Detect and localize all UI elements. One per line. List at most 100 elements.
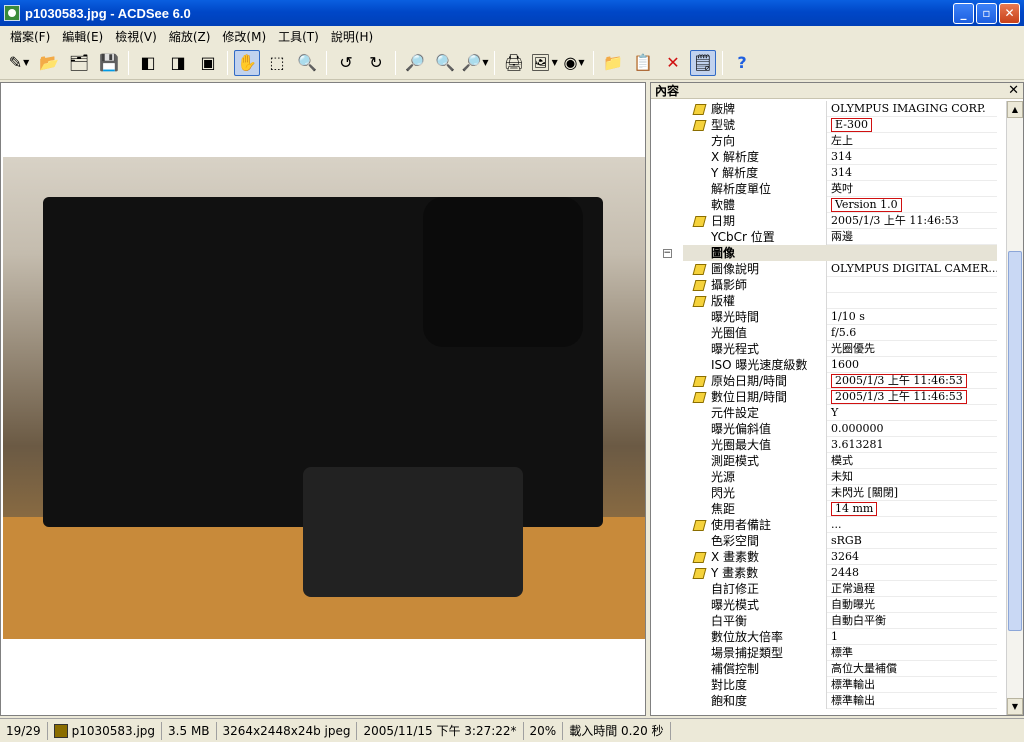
rotate-left-icon[interactable]: ↺ xyxy=(333,50,359,76)
restore-button[interactable]: ▫ xyxy=(976,2,997,24)
property-value[interactable]: Version 1.0 xyxy=(827,197,997,213)
help-icon[interactable]: ? xyxy=(729,50,755,76)
property-value[interactable]: 英吋 xyxy=(827,181,997,197)
property-value[interactable]: 未閃光 [關閉] xyxy=(827,485,997,501)
menu-edit[interactable]: 編輯(E) xyxy=(56,28,109,45)
collapse-toggle-icon[interactable]: − xyxy=(662,248,672,258)
property-value[interactable]: 1/10 s xyxy=(827,309,997,325)
property-value[interactable]: OLYMPUS DIGITAL CAMER... xyxy=(827,261,997,277)
property-value[interactable]: 自動白平衡 xyxy=(827,613,997,629)
property-row[interactable]: 數位日期/時間 2005/1/3 上午 11:46:53 xyxy=(651,389,997,405)
property-row[interactable]: 型號 E-300 xyxy=(651,117,997,133)
property-row[interactable]: 曝光偏斜值 0.000000 xyxy=(651,421,997,437)
rotate-right-icon[interactable]: ↻ xyxy=(363,50,389,76)
menu-modify[interactable]: 修改(M) xyxy=(216,28,272,45)
property-row[interactable]: 光圈值 f/5.6 xyxy=(651,325,997,341)
property-row[interactable]: 光源 未知 xyxy=(651,469,997,485)
property-value[interactable]: 0.000000 xyxy=(827,421,997,437)
property-value[interactable]: sRGB xyxy=(827,533,997,549)
properties-grid[interactable]: 廠牌 OLYMPUS IMAGING CORP. 型號 E-300 方向 左上 X 解析度 3… xyxy=(651,101,997,717)
save-icon[interactable]: 💾 xyxy=(96,50,122,76)
property-row[interactable]: 自訂修正 正常過程 xyxy=(651,581,997,597)
delete-icon[interactable]: ✕ xyxy=(660,50,686,76)
property-row[interactable]: 閃光 未閃光 [關閉] xyxy=(651,485,997,501)
hand-icon[interactable]: ✋ xyxy=(234,49,260,76)
property-value[interactable]: OLYMPUS IMAGING CORP. xyxy=(827,101,997,117)
property-value[interactable] xyxy=(827,277,997,293)
zoom-in-icon[interactable]: 🔍 xyxy=(432,50,458,76)
move-to-icon[interactable]: 📋 xyxy=(630,50,656,76)
property-value[interactable]: 14 mm xyxy=(827,501,997,517)
copy-to-icon[interactable]: 📁 xyxy=(600,50,626,76)
property-value[interactable]: E-300 xyxy=(827,117,997,133)
property-row[interactable]: 曝光模式 自動曝光 xyxy=(651,597,997,613)
property-group[interactable]: − 圖像 xyxy=(651,245,997,261)
zoom-out-icon[interactable]: 🔎 xyxy=(402,50,428,76)
scroll-up-arrow[interactable]: ▲ xyxy=(1007,101,1023,118)
title-bar[interactable]: p1030583.jpg - ACDSee 6.0 _ ▫ ✕ xyxy=(0,0,1024,26)
property-row[interactable]: 飽和度 標準輸出 xyxy=(651,693,997,709)
property-value[interactable]: 自動曝光 xyxy=(827,597,997,613)
image-viewer[interactable] xyxy=(0,82,646,716)
property-value[interactable]: ... xyxy=(827,517,997,533)
property-value[interactable]: 模式 xyxy=(827,453,997,469)
property-value[interactable]: 314 xyxy=(827,149,997,165)
browse-icon[interactable]: 🗂 xyxy=(66,50,92,76)
property-row[interactable]: 數位放大倍率 1 xyxy=(651,629,997,645)
property-row[interactable]: Y 畫素數 2448 xyxy=(651,565,997,581)
property-row[interactable]: 原始日期/時間 2005/1/3 上午 11:46:53 xyxy=(651,373,997,389)
property-row[interactable]: X 解析度 314 xyxy=(651,149,997,165)
property-row[interactable]: 元件設定 Y xyxy=(651,405,997,421)
property-row[interactable]: 焦距 14 mm xyxy=(651,501,997,517)
property-row[interactable]: 對比度 標準輸出 xyxy=(651,677,997,693)
menu-zoom[interactable]: 縮放(Z) xyxy=(163,28,217,45)
zoom-icon[interactable]: 🔎 ▼ xyxy=(461,50,488,76)
property-row[interactable]: 圖像說明 OLYMPUS DIGITAL CAMER... xyxy=(651,261,997,277)
open-folder-icon[interactable]: 📂 xyxy=(36,50,62,76)
property-row[interactable]: 方向 左上 xyxy=(651,133,997,149)
property-value[interactable]: 標準輸出 xyxy=(827,677,997,693)
property-row[interactable]: 場景捕捉類型 標準 xyxy=(651,645,997,661)
close-button[interactable]: ✕ xyxy=(999,2,1020,24)
property-value[interactable]: 1600 xyxy=(827,357,997,373)
property-value[interactable]: 正常過程 xyxy=(827,581,997,597)
property-row[interactable]: 日期 2005/1/3 上午 11:46:53 xyxy=(651,213,997,229)
scroll-thumb[interactable] xyxy=(1008,251,1022,631)
properties-scrollbar[interactable]: ▲ ▼ xyxy=(1006,101,1023,715)
property-value[interactable]: 標準 xyxy=(827,645,997,661)
property-row[interactable]: Y 解析度 314 xyxy=(651,165,997,181)
property-row[interactable]: 測距模式 模式 xyxy=(651,453,997,469)
property-value[interactable]: 左上 xyxy=(827,133,997,149)
acdsee-app-icon[interactable] xyxy=(4,5,20,21)
property-value[interactable]: 3.613281 xyxy=(827,437,997,453)
menu-file[interactable]: 檔案(F) xyxy=(4,28,56,45)
property-value[interactable]: 3264 xyxy=(827,549,997,565)
property-value[interactable]: 1 xyxy=(827,629,997,645)
property-row[interactable]: 廠牌 OLYMPUS IMAGING CORP. xyxy=(651,101,997,117)
menu-view[interactable]: 檢視(V) xyxy=(109,28,163,45)
property-value[interactable]: 2448 xyxy=(827,565,997,581)
property-row[interactable]: 光圈最大值 3.613281 xyxy=(651,437,997,453)
property-row[interactable]: 解析度單位 英吋 xyxy=(651,181,997,197)
property-row[interactable]: 攝影師 xyxy=(651,277,997,293)
scroll-down-arrow[interactable]: ▼ xyxy=(1007,698,1023,715)
property-value[interactable]: Y xyxy=(827,405,997,421)
properties-close-icon[interactable]: ✕ xyxy=(1008,83,1019,98)
sound-icon[interactable]: ◉ ▼ xyxy=(561,50,587,76)
next-image-icon[interactable]: ◨ xyxy=(165,50,191,76)
prev-image-icon[interactable]: ◧ xyxy=(135,50,161,76)
property-row[interactable]: 曝光程式 光圈優先 xyxy=(651,341,997,357)
property-value[interactable]: 314 xyxy=(827,165,997,181)
property-value[interactable]: 高位大量補償 xyxy=(827,661,997,677)
print-icon[interactable]: 🖨 xyxy=(501,50,527,76)
select-icon[interactable]: ⬚ xyxy=(264,50,290,76)
property-value[interactable]: 兩邊 xyxy=(827,229,997,245)
wallpaper-icon[interactable]: 🖼 ▼ xyxy=(530,50,557,76)
property-row[interactable]: 色彩空間 sRGB xyxy=(651,533,997,549)
property-value[interactable]: 2005/1/3 上午 11:46:53 xyxy=(827,389,997,405)
property-row[interactable]: 軟體 Version 1.0 xyxy=(651,197,997,213)
property-value[interactable]: 2005/1/3 上午 11:46:53 xyxy=(827,213,997,229)
property-row[interactable]: YCbCr 位置 兩邊 xyxy=(651,229,997,245)
property-row[interactable]: 白平衡 自動白平衡 xyxy=(651,613,997,629)
property-value[interactable]: 光圈優先 xyxy=(827,341,997,357)
